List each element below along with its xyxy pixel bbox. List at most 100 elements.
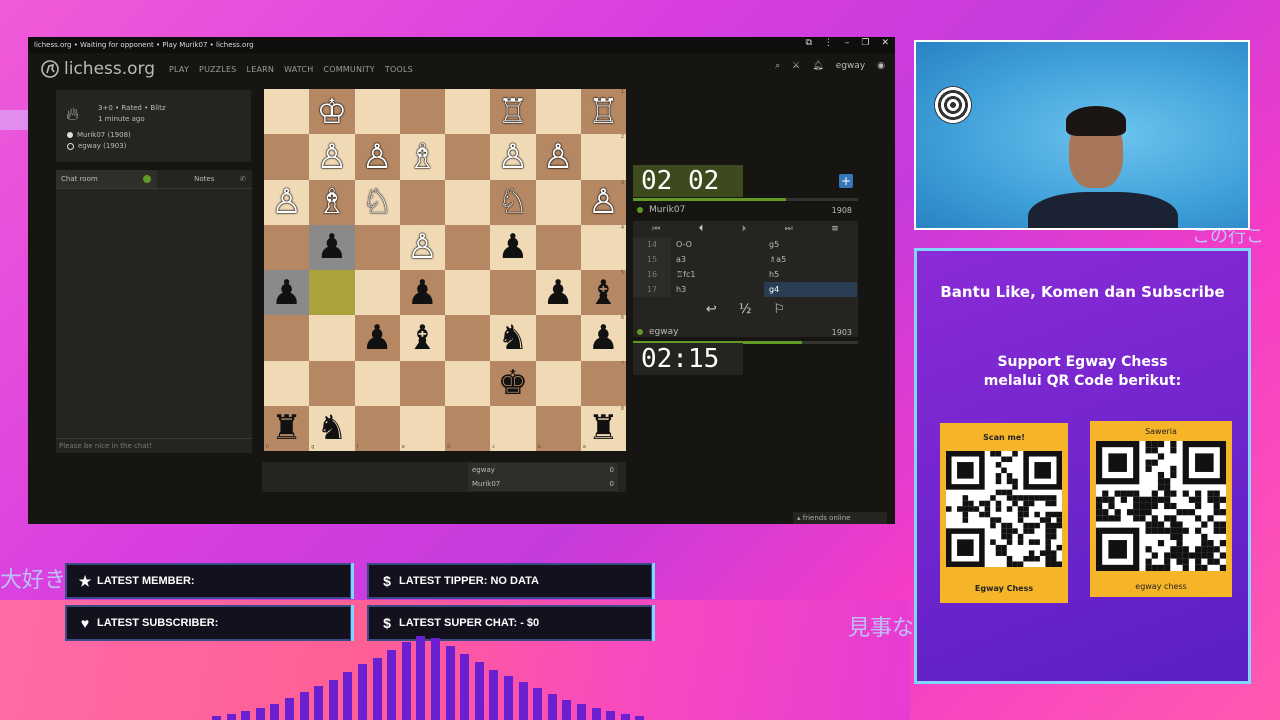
avatar-icon[interactable]: ◉ xyxy=(877,61,885,71)
username[interactable]: egway xyxy=(836,61,865,71)
chess-piece[interactable]: ♘ xyxy=(498,185,528,219)
self-player[interactable]: egway 1903 xyxy=(633,324,858,340)
menu-tools[interactable]: TOOLS xyxy=(385,65,413,74)
board-square[interactable]: ♗ xyxy=(309,179,355,225)
board-square[interactable]: ♟ xyxy=(490,224,536,270)
chess-piece[interactable]: ♟ xyxy=(588,321,618,355)
board-square[interactable] xyxy=(445,89,491,135)
chess-piece[interactable]: ♟ xyxy=(543,276,573,310)
chat-input[interactable]: Please be nice in the chat! xyxy=(56,438,252,453)
board-square[interactable]: ♘ xyxy=(490,179,536,225)
chess-piece[interactable]: ♖ xyxy=(498,95,528,129)
board-square[interactable] xyxy=(399,89,445,135)
board-square[interactable] xyxy=(264,89,310,135)
board-square[interactable]: ♙ xyxy=(399,224,445,270)
board-square[interactable]: ♞ xyxy=(490,315,536,361)
board-square[interactable]: ♟ xyxy=(399,270,445,316)
tab-chat-room[interactable]: Chat room xyxy=(56,170,157,188)
chess-piece[interactable]: ♟ xyxy=(498,230,528,264)
board-square[interactable] xyxy=(535,315,581,361)
board-square[interactable] xyxy=(264,360,310,406)
board-square[interactable] xyxy=(399,360,445,406)
board-square[interactable]: ♟ xyxy=(535,270,581,316)
chess-piece[interactable]: ♝ xyxy=(407,321,437,355)
add-time-icon[interactable]: + xyxy=(839,174,853,188)
board-square[interactable]: ♜ 8 a xyxy=(580,405,626,451)
maximize-button[interactable]: ❐ xyxy=(861,38,869,48)
board-square[interactable] xyxy=(354,89,400,135)
chess-piece[interactable]: ♙ xyxy=(317,140,347,174)
board-square[interactable]: c xyxy=(490,405,536,451)
menu-community[interactable]: COMMUNITY xyxy=(323,65,374,74)
black-move-current[interactable]: g4 xyxy=(764,282,857,297)
board-square[interactable]: ♟ 6 xyxy=(580,315,626,361)
chess-piece[interactable]: ♟ xyxy=(407,276,437,310)
chess-piece[interactable]: ♙ xyxy=(407,230,437,264)
chat-toggle-icon[interactable] xyxy=(142,175,151,183)
board-square[interactable]: ♙ xyxy=(490,134,536,180)
board-square[interactable]: ♙ xyxy=(354,134,400,180)
takeback-button[interactable]: ↩ xyxy=(706,302,717,317)
black-move[interactable]: g5 xyxy=(764,237,857,252)
chess-piece[interactable]: ♚ xyxy=(498,366,528,400)
board-square[interactable] xyxy=(535,360,581,406)
menu-icon[interactable]: ≡ xyxy=(831,224,839,234)
board-square[interactable] xyxy=(445,224,491,270)
board-square[interactable] xyxy=(309,360,355,406)
chess-piece[interactable]: ♗ xyxy=(407,140,437,174)
minimize-button[interactable]: – xyxy=(845,38,850,48)
phone-icon[interactable]: ✆ xyxy=(240,175,246,183)
white-move[interactable]: ♖fc1 xyxy=(671,267,764,282)
board-square[interactable] xyxy=(445,315,491,361)
prev-move-button[interactable]: ⏴ xyxy=(699,224,704,234)
chess-piece[interactable]: ♙ xyxy=(543,140,573,174)
more-icon[interactable]: ⋮ xyxy=(824,38,833,48)
board-square[interactable] xyxy=(535,179,581,225)
board-square[interactable]: ♝ xyxy=(399,315,445,361)
board-square[interactable] xyxy=(309,270,355,316)
bell-icon[interactable]: 🔔︎ xyxy=(812,61,823,71)
extension-icon[interactable]: ⧉ xyxy=(805,38,811,48)
board-square[interactable]: e xyxy=(399,405,445,451)
board-square[interactable] xyxy=(264,134,310,180)
white-move[interactable]: a3 xyxy=(671,252,764,267)
board-square[interactable]: ♖ 1 xyxy=(580,89,626,135)
board-square[interactable] xyxy=(535,224,581,270)
black-player[interactable]: egway (1903) xyxy=(78,142,126,150)
tab-notes[interactable]: Notes ✆ xyxy=(157,170,253,188)
first-move-button[interactable]: ⏮ xyxy=(652,224,660,234)
board-square[interactable] xyxy=(399,179,445,225)
chess-piece[interactable]: ♔ xyxy=(317,95,347,129)
menu-watch[interactable]: WATCH xyxy=(284,65,313,74)
board-square[interactable]: ♖ xyxy=(490,89,536,135)
chess-piece[interactable]: ♘ xyxy=(362,185,392,219)
board-square[interactable]: b xyxy=(535,405,581,451)
board-square[interactable] xyxy=(445,134,491,180)
board-square[interactable]: f xyxy=(354,405,400,451)
board-square[interactable]: ♔ xyxy=(309,89,355,135)
board-square[interactable]: 7 xyxy=(580,360,626,406)
board-square[interactable]: ♙ xyxy=(309,134,355,180)
opponent-player[interactable]: Murik07 1908 xyxy=(633,202,858,218)
board-square[interactable] xyxy=(354,224,400,270)
board-square[interactable] xyxy=(354,360,400,406)
board-square[interactable]: ♟ xyxy=(309,224,355,270)
site-logo[interactable]: lichess.org xyxy=(40,59,155,79)
board-square[interactable]: ♙ xyxy=(264,179,310,225)
menu-play[interactable]: PLAY xyxy=(169,65,189,74)
chess-board[interactable]: ♔ ♖ ♖ 1 ♙ ♙ ♗ ♙ ♙ 2 ♙ ♗ ♘ ♘ ♙ 3 ♟ ♙ ♟ 4 ♟ ♟ ♟ ♝ 5 ♟ ♝ ♞ ♟ 6 ♚ 7 ♜ h ♞ g f e d c… xyxy=(264,89,626,451)
search-icon[interactable]: ⌕ xyxy=(775,61,780,71)
white-player[interactable]: Murik07 (1908) xyxy=(77,131,131,139)
black-move[interactable]: ♗a5 xyxy=(764,252,857,267)
chess-piece[interactable]: ♟ xyxy=(271,276,301,310)
chess-piece[interactable]: ♝ xyxy=(588,276,618,310)
board-square[interactable] xyxy=(535,89,581,135)
chess-piece[interactable]: ♗ xyxy=(317,185,347,219)
chess-piece[interactable]: ♖ xyxy=(588,95,618,129)
board-square[interactable] xyxy=(264,315,310,361)
board-square[interactable]: ♙ 3 xyxy=(580,179,626,225)
qr-card-saweria[interactable]: Saweria egway chess xyxy=(1090,421,1232,597)
board-square[interactable] xyxy=(445,179,491,225)
black-move[interactable]: h5 xyxy=(764,267,857,282)
chess-piece[interactable]: ♟ xyxy=(317,230,347,264)
